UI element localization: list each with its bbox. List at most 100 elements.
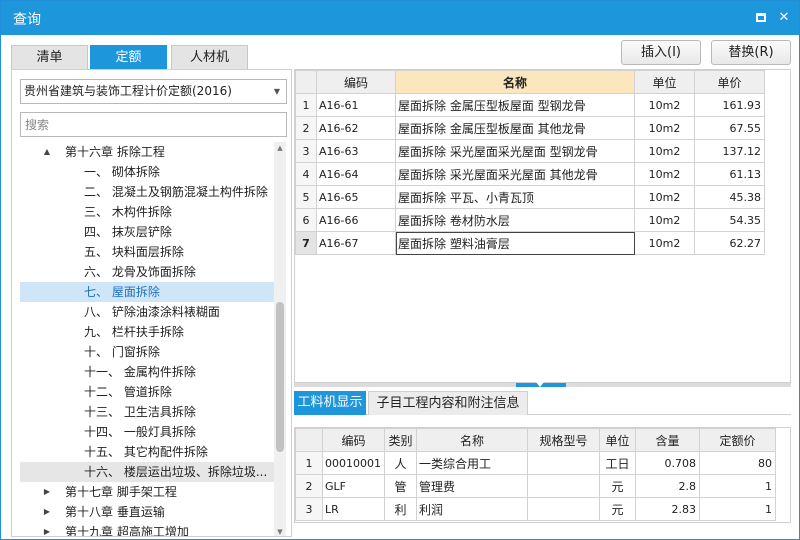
table-row[interactable]: 1 A16-61 屋面拆除 金属压型板屋面 型钢龙骨 10m2 161.93 [295, 93, 765, 117]
header-unit[interactable]: 单位 [599, 428, 636, 452]
tree-node[interactable]: 六、 龙骨及饰面拆除 [20, 262, 274, 282]
table-row[interactable]: 6 A16-66 屋面拆除 卷材防水层 10m2 54.35 [295, 208, 765, 232]
tree-node[interactable]: 三、 木构件拆除 [20, 202, 274, 222]
cell-code[interactable]: A16-62 [316, 116, 396, 140]
cell-price[interactable]: 137.12 [694, 139, 765, 163]
tree-node[interactable]: 四、 抹灰层铲除 [20, 222, 274, 242]
cell-unit[interactable]: 工日 [599, 451, 636, 475]
scrollbar-thumb[interactable] [276, 302, 284, 452]
tab-work-content-notes[interactable]: 子目工程内容和附注信息 [368, 391, 528, 415]
header-name[interactable]: 名称 [416, 428, 528, 452]
cell-unit[interactable]: 10m2 [634, 93, 695, 117]
maximize-icon[interactable] [753, 10, 769, 26]
cell-name[interactable]: 一类综合用工 [416, 451, 528, 475]
cell-unit[interactable]: 10m2 [634, 231, 695, 255]
tree-node[interactable]: 十五、 其它构配件拆除 [20, 442, 274, 462]
table-row[interactable]: 5 A16-65 屋面拆除 平瓦、小青瓦顶 10m2 45.38 [295, 185, 765, 209]
cell-code[interactable]: LR [322, 497, 385, 521]
cell-price[interactable]: 61.13 [694, 162, 765, 186]
cell-code[interactable]: A16-65 [316, 185, 396, 209]
row-number[interactable]: 6 [295, 208, 317, 232]
tree-node[interactable]: ▶ 第十九章 超高施工增加 [20, 522, 274, 536]
tree-node[interactable]: 二、 混凝土及钢筋混凝土构件拆除 [20, 182, 274, 202]
header-quantity[interactable]: 含量 [635, 428, 700, 452]
cell-price[interactable]: 45.38 [694, 185, 765, 209]
cell-name[interactable]: 利润 [416, 497, 528, 521]
tree-node[interactable]: 十二、 管道拆除 [20, 382, 274, 402]
replace-button[interactable]: 替换(R) [711, 40, 791, 65]
cell-spec[interactable] [527, 497, 600, 521]
table-row[interactable]: 7 A16-67 屋面拆除 塑料油膏层 10m2 62.27 [295, 231, 765, 255]
header-spec[interactable]: 规格型号 [527, 428, 600, 452]
cell-spec[interactable] [527, 451, 600, 475]
cell-name[interactable]: 屋面拆除 塑料油膏层 [395, 231, 635, 255]
cell-name[interactable]: 屋面拆除 金属压型板屋面 型钢龙骨 [395, 93, 635, 117]
search-input[interactable] [20, 112, 287, 137]
table-row[interactable]: 3 LR 利利润 元 2.83 1 [295, 497, 776, 521]
cell-unit[interactable]: 10m2 [634, 162, 695, 186]
header-price[interactable]: 单价 [694, 70, 765, 94]
cell-name[interactable]: 屋面拆除 采光屋面采光屋面 型钢龙骨 [395, 139, 635, 163]
cell-category[interactable]: 人 [384, 451, 417, 475]
row-number[interactable]: 2 [295, 474, 323, 498]
table-row[interactable]: 2 A16-62 屋面拆除 金属压型板屋面 其他龙骨 10m2 67.55 [295, 116, 765, 140]
cell-code[interactable]: A16-64 [316, 162, 396, 186]
cell-name[interactable]: 屋面拆除 平瓦、小青瓦顶 [395, 185, 635, 209]
title-bar[interactable]: 查询 ✕ [1, 1, 799, 35]
tree-node[interactable]: ▶ 第十七章 脚手架工程 [20, 482, 274, 502]
row-number[interactable]: 2 [295, 116, 317, 140]
cell-quantity[interactable]: 0.708 [635, 451, 700, 475]
cell-quota-price[interactable]: 80 [699, 451, 776, 475]
row-number[interactable]: 3 [295, 497, 323, 521]
cell-name[interactable]: 屋面拆除 采光屋面采光屋面 其他龙骨 [395, 162, 635, 186]
cell-code[interactable]: 00010001 [322, 451, 385, 475]
close-icon[interactable]: ✕ [776, 10, 792, 26]
cell-quantity[interactable]: 2.83 [635, 497, 700, 521]
quota-library-dropdown[interactable]: 贵州省建筑与装饰工程计价定额(2016) ▼ [20, 79, 287, 104]
row-number[interactable]: 1 [295, 93, 317, 117]
cell-price[interactable]: 62.27 [694, 231, 765, 255]
tab-resource-display[interactable]: 工料机显示 [294, 391, 366, 415]
header-name[interactable]: 名称 [395, 70, 635, 94]
scroll-up-icon[interactable]: ▲ [274, 142, 286, 154]
cell-code[interactable]: GLF [322, 474, 385, 498]
tree-node[interactable]: 五、 块料面层拆除 [20, 242, 274, 262]
cell-unit[interactable]: 10m2 [634, 185, 695, 209]
pane-splitter[interactable] [294, 382, 791, 387]
tree-node[interactable]: 九、 栏杆扶手拆除 [20, 322, 274, 342]
header-quota-price[interactable]: 定额价 [699, 428, 776, 452]
cell-quantity[interactable]: 2.8 [635, 474, 700, 498]
row-number[interactable]: 4 [295, 162, 317, 186]
cell-code[interactable]: A16-67 [316, 231, 396, 255]
expand-toggle-icon[interactable]: ▶ [42, 502, 52, 522]
collapse-arrow-icon[interactable] [536, 382, 544, 387]
header-category[interactable]: 类别 [384, 428, 417, 452]
cell-category[interactable]: 管 [384, 474, 417, 498]
header-unit[interactable]: 单位 [634, 70, 695, 94]
tree-scrollbar[interactable]: ▲ ▼ [274, 142, 286, 536]
cell-spec[interactable] [527, 474, 600, 498]
cell-unit[interactable]: 元 [599, 474, 636, 498]
cell-unit[interactable]: 元 [599, 497, 636, 521]
cell-name[interactable]: 屋面拆除 卷材防水层 [395, 208, 635, 232]
cell-unit[interactable]: 10m2 [634, 208, 695, 232]
tree-node[interactable]: 十四、 一般灯具拆除 [20, 422, 274, 442]
tree-node[interactable]: 七、 屋面拆除 [20, 282, 274, 302]
header-code[interactable]: 编码 [322, 428, 385, 452]
tab-bill-list[interactable]: 清单 [11, 45, 88, 69]
insert-button[interactable]: 插入(I) [621, 40, 701, 65]
table-row[interactable]: 3 A16-63 屋面拆除 采光屋面采光屋面 型钢龙骨 10m2 137.12 [295, 139, 765, 163]
cell-quota-price[interactable]: 1 [699, 497, 776, 521]
row-number[interactable]: 1 [295, 451, 323, 475]
cell-name[interactable]: 屋面拆除 金属压型板屋面 其他龙骨 [395, 116, 635, 140]
cell-code[interactable]: A16-63 [316, 139, 396, 163]
table-row[interactable]: 2 GLF 管管理费 元 2.8 1 [295, 474, 776, 498]
tree-node[interactable]: 一、 砌体拆除 [20, 162, 274, 182]
expand-toggle-icon[interactable]: ▶ [42, 522, 52, 536]
cell-unit[interactable]: 10m2 [634, 139, 695, 163]
tab-labor-material-machine[interactable]: 人材机 [171, 45, 248, 69]
cell-code[interactable]: A16-66 [316, 208, 396, 232]
scroll-down-icon[interactable]: ▼ [274, 526, 286, 536]
cell-code[interactable]: A16-61 [316, 93, 396, 117]
cell-price[interactable]: 161.93 [694, 93, 765, 117]
